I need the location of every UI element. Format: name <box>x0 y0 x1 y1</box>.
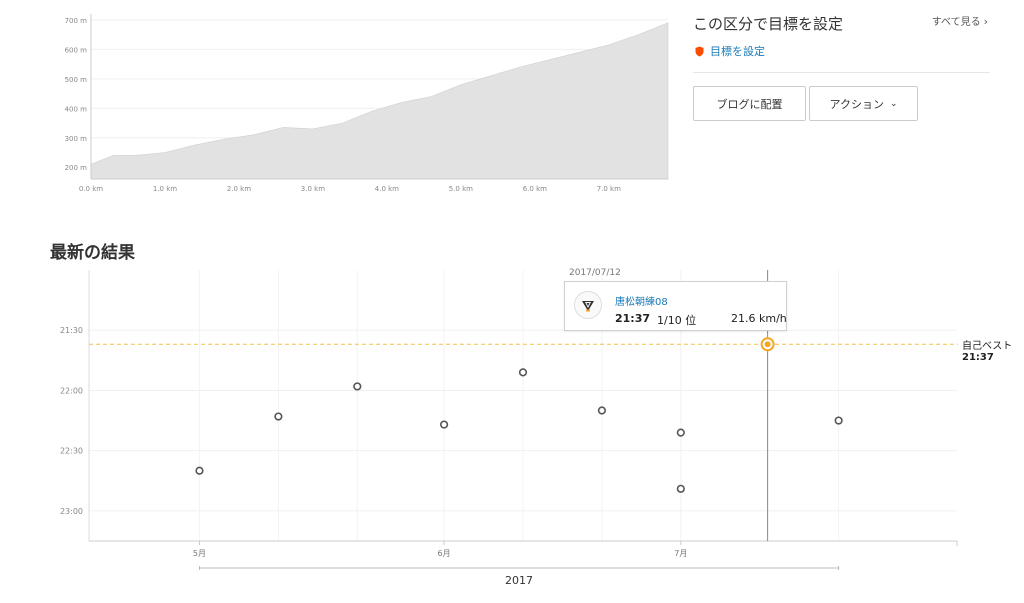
latest-results-chart: 21:30 22:00 22:30 23:00 5月 6月 7月 2017 <box>60 270 958 587</box>
pr-time: 21:37 <box>962 352 994 363</box>
results-y-tick-label: 22:30 <box>60 447 83 456</box>
tooltip-rank: 1/10 位 <box>657 314 697 327</box>
tooltip-date: 2017/07/12 <box>569 268 621 278</box>
results-y-tick-label: 23:00 <box>60 507 83 516</box>
result-point <box>274 412 283 421</box>
result-point <box>518 368 528 377</box>
result-point <box>676 484 685 493</box>
club-logo-icon <box>574 291 602 319</box>
pr-label: 自己ベスト <box>962 341 1013 352</box>
tooltip-time: 21:37 <box>615 312 651 325</box>
results-x-tick-label: 6月 <box>438 549 451 558</box>
result-tooltip: 唐松朝練08 21:37 1/10 位 21.6 km/h <box>564 281 787 331</box>
results-y-tick-label: 22:00 <box>60 386 83 395</box>
results-x-tick-label: 5月 <box>193 549 206 558</box>
tooltip-athlete-link[interactable]: 唐松朝練08 <box>615 293 668 308</box>
result-point <box>834 416 843 425</box>
result-point <box>439 420 449 429</box>
result-point <box>676 428 685 437</box>
tooltip-speed: 21.6 km/h <box>731 312 787 325</box>
year-label: 2017 <box>505 574 533 587</box>
result-point <box>195 466 204 475</box>
result-point <box>597 406 607 415</box>
highlight-point <box>764 341 771 348</box>
results-y-tick-label: 21:30 <box>60 326 83 335</box>
results-x-tick-label: 7月 <box>674 549 687 558</box>
result-point <box>353 382 362 391</box>
